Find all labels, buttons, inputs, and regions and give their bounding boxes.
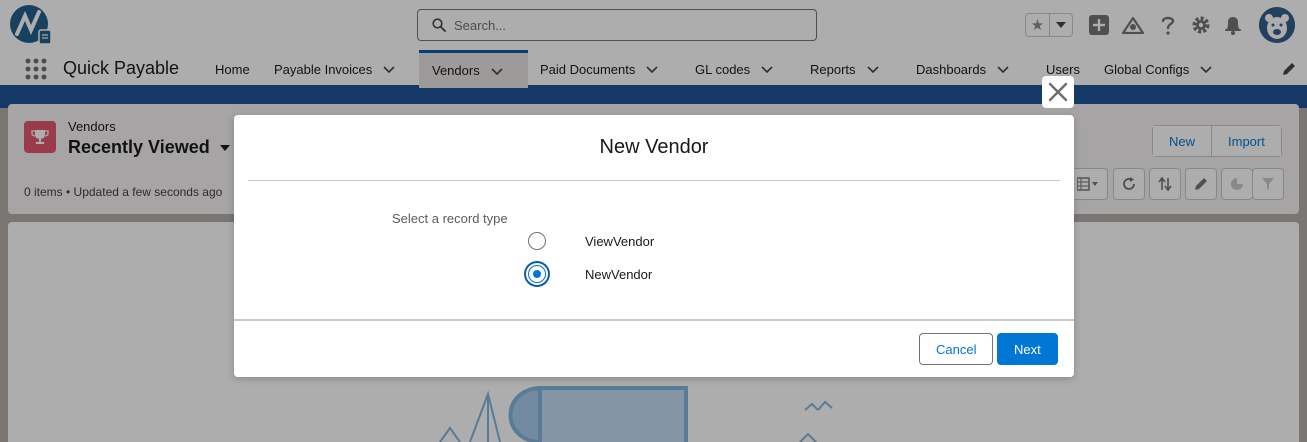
next-button[interactable]: Next	[997, 333, 1058, 365]
record-type-option-viewvendor[interactable]: ViewVendor	[528, 230, 654, 252]
record-type-label: Select a record type	[392, 211, 508, 226]
modal-title: New Vendor	[599, 136, 709, 158]
radio-label-newvendor: NewVendor	[585, 266, 653, 282]
radio-newvendor[interactable]	[528, 265, 546, 283]
close-icon	[1048, 82, 1068, 102]
new-vendor-modal: New Vendor Select a record type ViewVend…	[234, 115, 1074, 377]
radio-viewvendor[interactable]	[528, 232, 546, 250]
close-modal-button[interactable]	[1042, 76, 1074, 108]
record-type-option-newvendor[interactable]: NewVendor	[528, 263, 652, 285]
radio-label-viewvendor: ViewVendor	[585, 233, 655, 249]
modal-footer: Cancel Next	[234, 319, 1074, 377]
modal-header: New Vendor	[248, 115, 1060, 181]
cancel-button[interactable]: Cancel	[919, 333, 994, 365]
